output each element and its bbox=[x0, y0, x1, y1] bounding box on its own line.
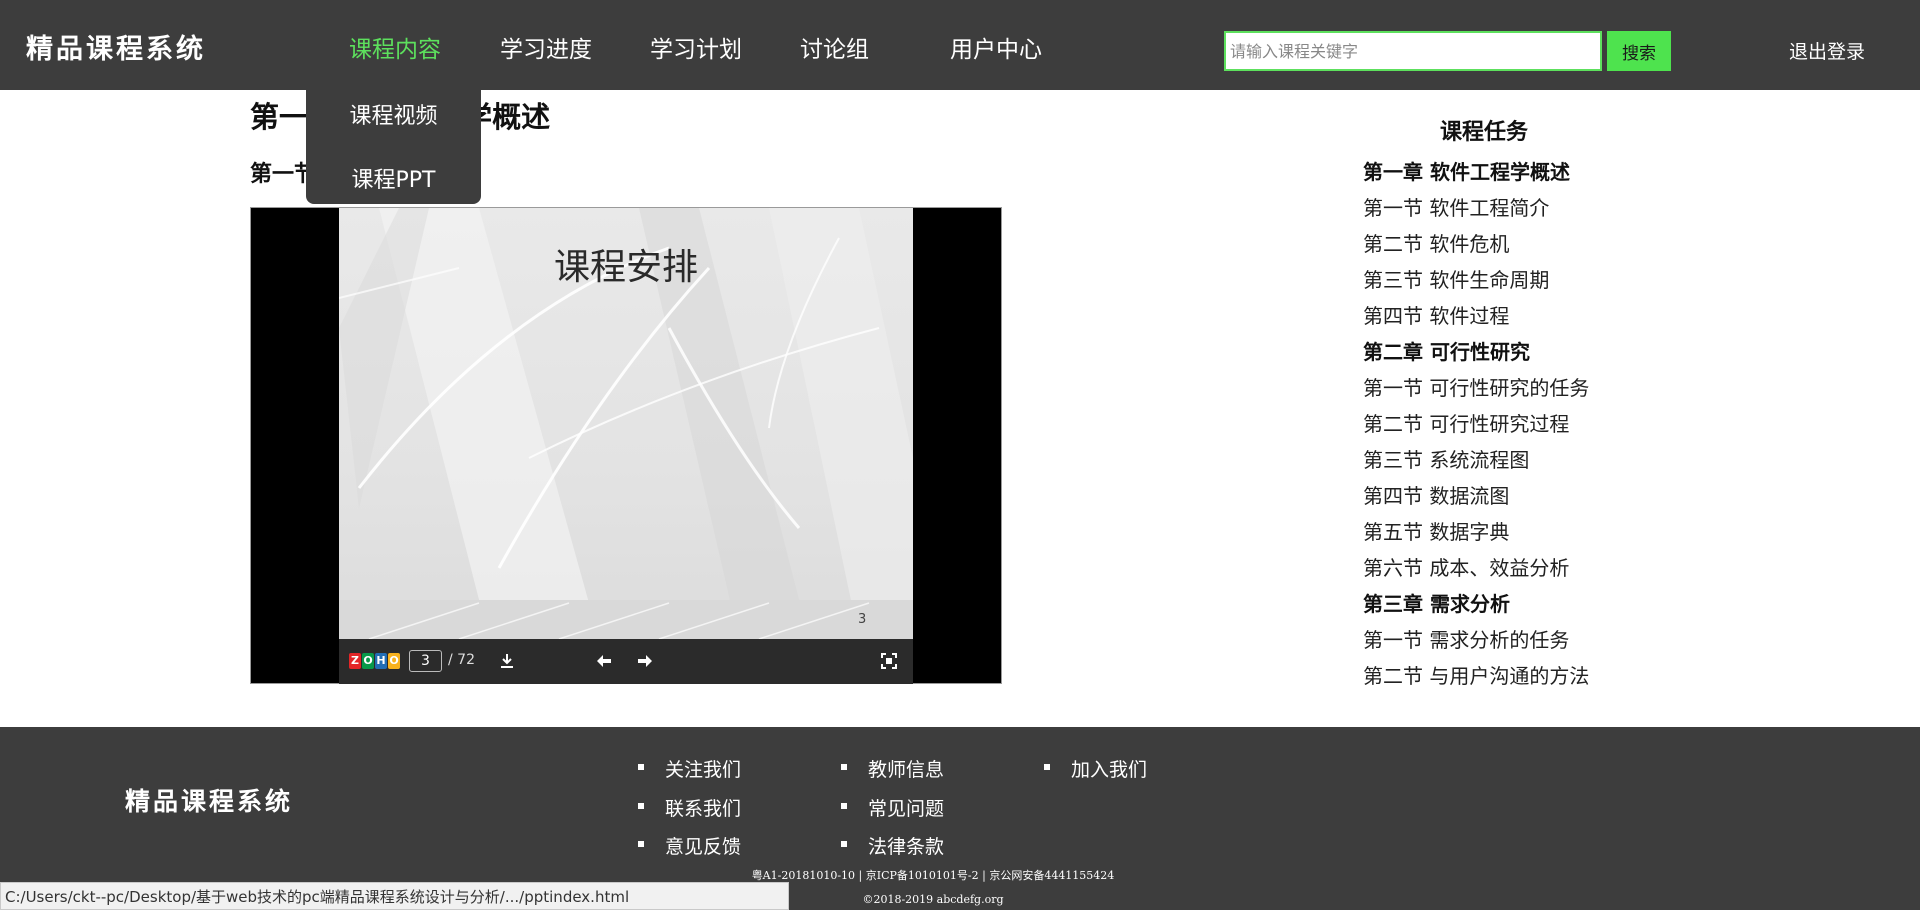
footer-logo: 精品课程系统 bbox=[125, 787, 294, 816]
footer-link-join-us[interactable]: 加入我们 bbox=[1043, 755, 1147, 782]
slide-number: 3 bbox=[858, 612, 867, 627]
search-button[interactable]: 搜索 bbox=[1607, 31, 1671, 71]
task-section-item[interactable]: 第二节 与用户沟通的方法 bbox=[1363, 660, 1589, 689]
task-section-item[interactable]: 第四节 数据流图 bbox=[1363, 480, 1509, 509]
task-section-item[interactable]: 第一节 可行性研究的任务 bbox=[1363, 372, 1589, 401]
task-section-item[interactable]: 第三节 系统流程图 bbox=[1363, 444, 1529, 473]
footer-legal-info: 粤A1-20181010-10 | 京ICP备1010101号-2 | 京公网安… bbox=[751, 869, 1115, 882]
footer-link-teacher-info[interactable]: 教师信息 bbox=[840, 755, 944, 782]
fullscreen-icon[interactable] bbox=[879, 651, 899, 671]
page-total: / 72 bbox=[448, 652, 475, 668]
task-section-item[interactable]: 第六节 成本、效益分析 bbox=[1363, 552, 1569, 581]
viewer-toolbar: Z O H O 3 / 72 bbox=[339, 639, 913, 684]
zoho-logo: Z O H O bbox=[349, 653, 400, 670]
prev-slide-icon[interactable] bbox=[594, 651, 614, 671]
zoho-letter: O bbox=[388, 653, 400, 669]
task-chapter-item[interactable]: 第二章 可行性研究 bbox=[1363, 336, 1530, 365]
task-section-item[interactable]: 第三节 软件生命周期 bbox=[1363, 264, 1549, 293]
download-icon[interactable] bbox=[497, 651, 517, 671]
footer-link-faq[interactable]: 常见问题 bbox=[840, 794, 944, 821]
nav-course-content[interactable]: 课程内容 bbox=[349, 30, 441, 64]
browser-status-bar: C:/Users/ckt--pc/Desktop/基于web技术的pc端精品课程… bbox=[0, 882, 789, 910]
ppt-viewer: 课程安排 3 Z O H O 3 / 72 bbox=[250, 207, 1002, 684]
slide-title: 课程安排 bbox=[553, 247, 698, 288]
search-input[interactable] bbox=[1224, 31, 1602, 71]
task-section-item[interactable]: 第二节 可行性研究过程 bbox=[1363, 408, 1569, 437]
task-chapter-item[interactable]: 第三章 需求分析 bbox=[1363, 588, 1510, 617]
task-section-item[interactable]: 第五节 数据字典 bbox=[1363, 516, 1509, 545]
task-section-item[interactable]: 第四节 软件过程 bbox=[1363, 300, 1509, 329]
top-navbar: 精品课程系统 课程内容 学习进度 学习计划 讨论组 用户中心 搜索 退出登录 bbox=[0, 0, 1920, 90]
nav-discussion-group[interactable]: 讨论组 bbox=[800, 30, 869, 64]
logout-link[interactable]: 退出登录 bbox=[1789, 37, 1865, 64]
task-chapter-item[interactable]: 第一章 软件工程学概述 bbox=[1363, 156, 1570, 185]
next-slide-icon[interactable] bbox=[635, 651, 655, 671]
zoho-letter: H bbox=[375, 653, 387, 669]
page-number-input[interactable]: 3 bbox=[409, 650, 442, 672]
dropdown-item-course-ppt[interactable]: 课程PPT bbox=[306, 162, 481, 194]
footer-link-contact-us[interactable]: 联系我们 bbox=[637, 794, 741, 821]
footer-link-feedback[interactable]: 意见反馈 bbox=[637, 832, 741, 859]
zoho-letter: O bbox=[362, 653, 374, 669]
task-section-item[interactable]: 第一节 软件工程简介 bbox=[1363, 192, 1549, 221]
site-logo[interactable]: 精品课程系统 bbox=[26, 27, 206, 66]
nav-learning-progress[interactable]: 学习进度 bbox=[500, 30, 592, 64]
task-section-item[interactable]: 第一节 需求分析的任务 bbox=[1363, 624, 1569, 653]
nav-user-center[interactable]: 用户中心 bbox=[950, 30, 1042, 64]
zoho-letter: Z bbox=[349, 653, 361, 669]
course-content-dropdown: 课程视频 课程PPT bbox=[306, 86, 481, 204]
footer-link-legal-terms[interactable]: 法律条款 bbox=[840, 832, 944, 859]
course-tasks-title: 课程任务 bbox=[1440, 119, 1529, 145]
task-section-item[interactable]: 第二节 软件危机 bbox=[1363, 228, 1509, 257]
nav-study-plan[interactable]: 学习计划 bbox=[650, 30, 742, 64]
ppt-slide: 课程安排 3 bbox=[339, 208, 913, 639]
dropdown-item-course-video[interactable]: 课程视频 bbox=[306, 98, 481, 130]
footer-link-follow-us[interactable]: 关注我们 bbox=[637, 755, 741, 782]
